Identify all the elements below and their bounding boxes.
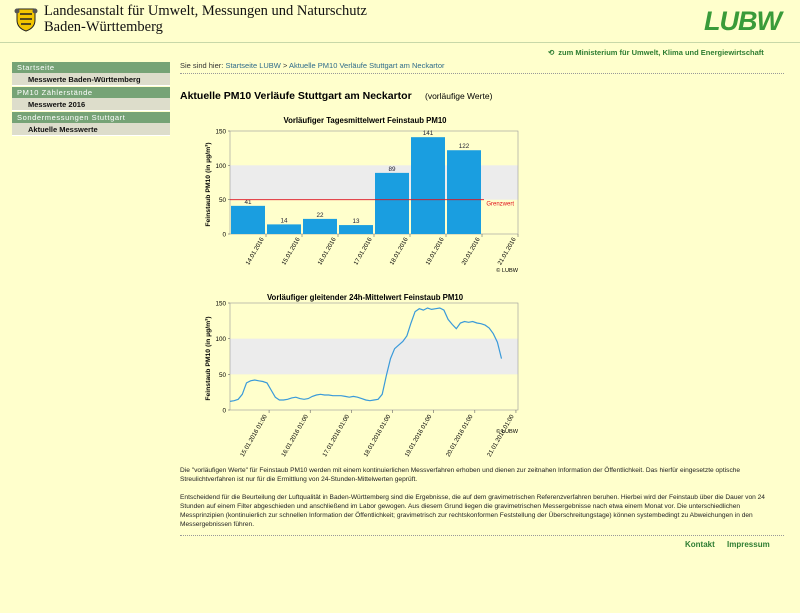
y-tick-label: 100	[215, 336, 226, 343]
x-tick-label: 21.01.2016	[496, 236, 518, 266]
y-tick-label: 150	[215, 301, 226, 308]
site-header: Landesanstalt für Umwelt, Messungen und …	[0, 0, 800, 42]
bar-value-label: 141	[423, 130, 434, 137]
bar-value-label: 13	[352, 218, 360, 225]
breadcrumb-home-link[interactable]: Startseite LUBW	[225, 61, 280, 70]
daily-mean-bar-chart: Vorläufiger Tagesmittelwert Feinstaub PM…	[205, 116, 519, 274]
y-tick-label: 0	[222, 408, 226, 415]
chart-bar	[411, 137, 445, 234]
breadcrumb-separator: >	[280, 61, 290, 70]
ministry-link[interactable]: ⟲ zum Ministerium für Umwelt, Klima und E…	[548, 48, 764, 57]
lubw-logo[interactable]: LUBW	[700, 4, 784, 34]
sidebar-item-messwerte-2016[interactable]: Messwerte 2016	[12, 98, 170, 111]
x-tick-label: 19.01.2016	[424, 236, 446, 266]
x-tick-label: 21.01.2016 01:00	[486, 413, 516, 458]
x-tick-label: 16.01.2016	[316, 236, 338, 266]
sidebar-head-startseite[interactable]: Startseite	[12, 62, 170, 73]
x-tick-label: 20.01.2016 01:00	[445, 413, 475, 458]
chart-bar	[231, 205, 265, 234]
breadcrumb-current-link[interactable]: Aktuelle PM10 Verläufe Stuttgart am Neck…	[289, 61, 445, 70]
bar-value-label: 122	[459, 143, 470, 150]
x-tick-label: 17.01.2016	[352, 236, 374, 266]
org-name-line1: Landesanstalt für Umwelt, Messungen und …	[44, 3, 367, 19]
y-tick-label: 50	[219, 372, 227, 379]
external-link-icon: ⟲	[548, 48, 555, 57]
contact-link[interactable]: Kontakt	[685, 540, 715, 549]
chart-bar	[303, 218, 337, 234]
chart-title: Vorläufiger gleitender 24h-Mittelwert Fe…	[267, 293, 464, 302]
x-tick-label: 18.01.2016	[388, 236, 410, 266]
ministry-link-label: zum Ministerium für Umwelt, Klima und En…	[558, 48, 764, 57]
threshold-label: Grenzwert	[486, 202, 514, 208]
bar-value-label: 89	[388, 166, 396, 173]
x-tick-label: 16.01.2016 01:00	[280, 413, 310, 458]
y-tick-label: 0	[222, 232, 226, 239]
y-tick-label: 100	[215, 163, 226, 170]
chart-credit: © LUBW	[496, 428, 519, 435]
y-tick-label: 50	[219, 197, 227, 204]
imprint-link[interactable]: Impressum	[727, 540, 770, 549]
page-title: Aktuelle PM10 Verläufe Stuttgart am Neck…	[180, 90, 412, 102]
chart-title: Vorläufiger Tagesmittelwert Feinstaub PM…	[283, 116, 447, 125]
org-name-line2: Baden-Württemberg	[44, 19, 163, 35]
svg-text:LUBW: LUBW	[704, 6, 784, 34]
sidebar-nav: Startseite Messwerte Baden-Württemberg P…	[12, 61, 170, 136]
breadcrumb: Sie sind hier: Startseite LUBW > Aktuell…	[180, 61, 445, 70]
info-paragraph-1: Die "vorläufigen Werte" für Feinstaub PM…	[180, 467, 741, 483]
chart-bar	[375, 172, 409, 234]
breadcrumb-prefix: Sie sind hier:	[180, 61, 224, 70]
y-axis-label: Feinstaub PM10 (in µg/m³)	[205, 316, 212, 400]
sidebar-item-aktuelle-messwerte[interactable]: Aktuelle Messwerte	[12, 123, 170, 136]
x-tick-label: 15.01.2016 01:00	[239, 413, 269, 458]
x-tick-label: 19.01.2016 01:00	[404, 413, 434, 458]
y-axis-label: Feinstaub PM10 (in µg/m³)	[205, 142, 212, 226]
x-tick-label: 15.01.2016	[280, 236, 302, 266]
chart-bar	[339, 225, 373, 234]
chart-bar	[267, 224, 301, 234]
x-tick-label: 18.01.2016 01:00	[362, 413, 392, 458]
x-tick-label: 20.01.2016	[460, 236, 482, 266]
x-tick-label: 17.01.2016 01:00	[321, 413, 351, 458]
header-divider	[0, 42, 800, 43]
info-paragraph-2: Entscheidend für die Beurteilung der Luf…	[180, 494, 765, 528]
footer-divider	[180, 535, 784, 536]
footer-links: Kontakt Impressum	[685, 540, 780, 549]
sidebar-item-messwerte-bw[interactable]: Messwerte Baden-Württemberg	[12, 73, 170, 86]
rolling-mean-line-chart: Vorläufiger gleitender 24h-Mittelwert Fe…	[205, 293, 519, 458]
chart-credit: © LUBW	[496, 267, 519, 274]
chart-band	[230, 338, 518, 375]
coat-of-arms-icon	[14, 8, 38, 32]
chart-bar	[447, 150, 481, 234]
sidebar-head-pm10[interactable]: PM10 Zählerstände	[12, 87, 170, 98]
sidebar-head-sondermessungen[interactable]: Sondermessungen Stuttgart	[12, 112, 170, 123]
breadcrumb-divider	[180, 73, 784, 74]
y-tick-label: 150	[215, 129, 226, 136]
bar-value-label: 14	[280, 217, 288, 224]
x-tick-label: 14.01.2016	[244, 236, 266, 266]
page-subtitle: (vorläufige Werte)	[425, 91, 493, 101]
bar-value-label: 22	[316, 212, 324, 219]
